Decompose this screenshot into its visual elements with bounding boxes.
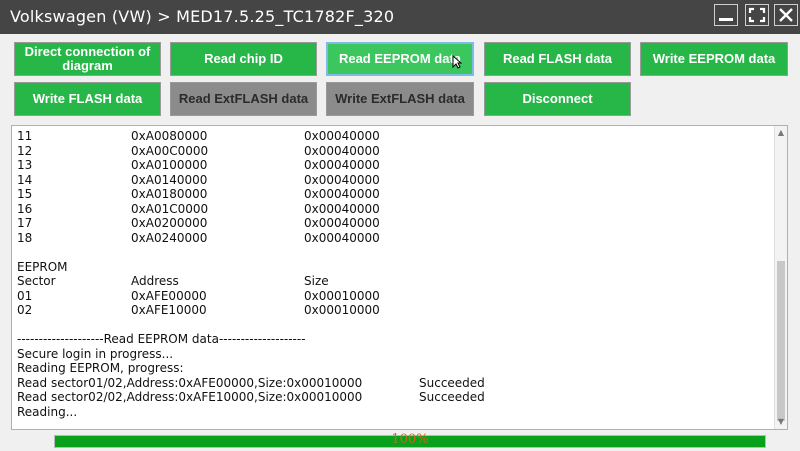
log-content: 11 0xA0080000 0x00040000 12 0xA00C0000 0x000…: [17, 129, 777, 419]
title-bar: Volkswagen (VW) > MED17.5.25_TC1782F_320: [0, 0, 800, 34]
log-message: Secure login in progress...: [17, 346, 174, 361]
log-row: 15 0xA0180000 0x00040000: [17, 187, 380, 201]
minimize-button[interactable]: [714, 4, 738, 26]
progress-bar: 100%: [54, 432, 766, 448]
disconnect-button[interactable]: Disconnect: [484, 82, 631, 116]
log-blank-row: [17, 245, 777, 260]
log-blank-row: [17, 318, 777, 333]
minimize-icon: [719, 18, 733, 21]
log-row: 02 0xAFE10000 0x00010000: [17, 303, 380, 317]
log-row: 13 0xA0100000 0x00040000: [17, 158, 380, 172]
write-flash-button[interactable]: Write FLASH data: [14, 82, 161, 116]
close-icon: [779, 8, 793, 22]
maximize-button[interactable]: [745, 4, 769, 26]
maximize-icon: [748, 7, 766, 23]
status-text: Succeeded: [419, 390, 485, 404]
direct-connection-button[interactable]: Direct connection of diagram: [14, 42, 161, 76]
log-row: 14 0xA0140000 0x00040000: [17, 172, 380, 187]
log-result-row: Read sector02/02,Address:0xAFE10000,Size…: [17, 390, 485, 404]
log-header-row: Sector Address Size: [17, 274, 329, 288]
log-message: Reading...: [17, 404, 78, 419]
log-row: 18 0xA0240000 0x00040000: [17, 230, 380, 245]
progress-label: 100%: [391, 432, 429, 447]
log-row: 11 0xA0080000 0x00040000: [17, 129, 380, 143]
read-extflash-button[interactable]: Read ExtFLASH data: [170, 82, 317, 116]
log-row: 01 0xAFE00000 0x00010000: [17, 288, 380, 303]
write-eeprom-button[interactable]: Write EEPROM data: [640, 42, 788, 76]
read-chip-id-button[interactable]: Read chip ID: [170, 42, 317, 76]
scroll-up-icon[interactable]: ▲: [776, 128, 786, 138]
log-row: 16 0xA01C0000 0x00040000: [17, 201, 380, 216]
eeprom-heading: EEPROM: [17, 259, 68, 274]
read-flash-button[interactable]: Read FLASH data: [484, 42, 631, 76]
log-scrollbar[interactable]: ▲ ▼: [774, 126, 787, 429]
write-extflash-button[interactable]: Write ExtFLASH data: [326, 82, 474, 116]
log-row: 12 0xA00C0000 0x00040000: [17, 143, 380, 158]
mouse-cursor-icon: [452, 55, 462, 69]
log-result-row: Read sector01/02,Address:0xAFE00000,Size…: [17, 375, 485, 390]
scroll-down-icon[interactable]: ▼: [776, 417, 786, 427]
window-title: Volkswagen (VW) > MED17.5.25_TC1782F_320: [10, 7, 395, 26]
log-separator: --------------------Read EEPROM data----…: [17, 332, 306, 346]
scrollbar-thumb[interactable]: [777, 261, 785, 421]
close-button[interactable]: [774, 4, 798, 26]
log-message: Reading EEPROM, progress:: [17, 361, 184, 375]
status-text: Succeeded: [419, 375, 485, 390]
log-output[interactable]: 11 0xA0080000 0x00040000 12 0xA00C0000 0x000…: [11, 125, 788, 430]
log-row: 17 0xA0200000 0x00040000: [17, 216, 380, 230]
